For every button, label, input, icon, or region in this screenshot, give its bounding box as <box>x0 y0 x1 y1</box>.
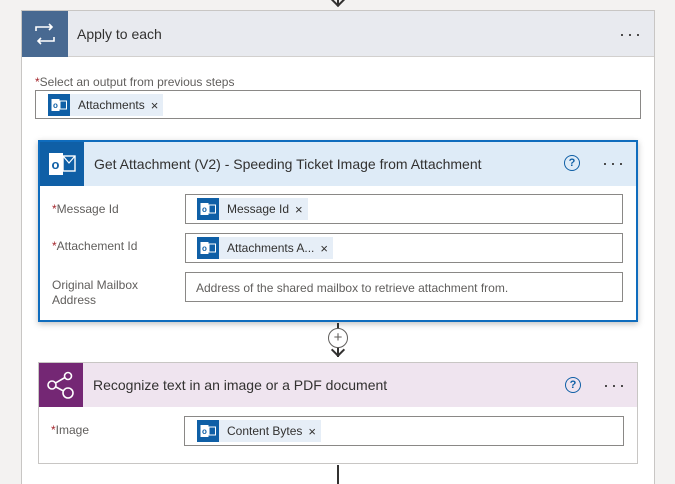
outlook-icon: o <box>40 142 84 186</box>
content-bytes-token[interactable]: o Content Bytes × <box>197 420 321 442</box>
recognize-text-card: Recognize text in an image or a PDF docu… <box>38 362 638 464</box>
apply-to-each-header[interactable]: Apply to each ··· <box>22 11 654 57</box>
bottom-connector <box>337 465 339 484</box>
message-id-label: *Message Id <box>52 202 119 216</box>
loop-icon <box>22 11 68 57</box>
get-attachment-header[interactable]: o Get Attachment (V2) - Speeding Ticket … <box>40 142 636 186</box>
remove-token-icon[interactable]: × <box>151 98 164 113</box>
outlook-icon: o <box>197 237 219 259</box>
original-mailbox-label: Original Mailbox Address <box>52 278 138 308</box>
apply-to-each-title: Apply to each <box>77 26 162 42</box>
more-options-icon[interactable]: ··· <box>602 154 626 172</box>
more-options-icon[interactable]: ··· <box>603 376 627 394</box>
help-icon[interactable]: ? <box>565 377 581 393</box>
message-id-label-text: Message Id <box>56 202 119 216</box>
remove-token-icon[interactable]: × <box>295 202 308 217</box>
attachement-id-label-text: Attachement Id <box>56 239 138 253</box>
outlook-icon: o <box>197 420 219 442</box>
svg-text:o: o <box>53 101 58 110</box>
recognize-text-header[interactable]: Recognize text in an image or a PDF docu… <box>39 363 637 407</box>
attachments-token-label: Attachments <box>78 98 145 112</box>
original-mailbox-input[interactable]: Address of the shared mailbox to retriev… <box>185 272 623 302</box>
svg-text:o: o <box>202 205 207 214</box>
original-mailbox-label-line1: Original Mailbox <box>52 278 139 292</box>
attachment-id-token[interactable]: o Attachments A... × <box>197 237 333 259</box>
attachement-id-label: *Attachement Id <box>52 239 137 253</box>
message-id-token-label: Message Id <box>227 202 290 216</box>
svg-text:o: o <box>202 427 207 436</box>
attachment-id-token-label: Attachments A... <box>227 241 315 255</box>
select-output-label: *Select an output from previous steps <box>35 75 234 89</box>
svg-text:o: o <box>52 157 60 172</box>
message-id-input[interactable]: o Message Id × <box>185 194 623 224</box>
image-input[interactable]: o Content Bytes × <box>184 416 624 446</box>
remove-token-icon[interactable]: × <box>308 424 321 439</box>
more-options-icon[interactable]: ··· <box>619 25 643 43</box>
message-id-token[interactable]: o Message Id × <box>197 198 308 220</box>
attachments-token[interactable]: o Attachments × <box>48 94 164 116</box>
outlook-icon: o <box>48 94 70 116</box>
image-label-text: Image <box>55 423 90 437</box>
select-output-label-text: Select an output from previous steps <box>39 75 235 89</box>
content-bytes-token-label: Content Bytes <box>227 424 303 438</box>
help-icon[interactable]: ? <box>564 155 580 171</box>
get-attachment-title: Get Attachment (V2) - Speeding Ticket Im… <box>94 156 482 172</box>
recognize-text-title: Recognize text in an image or a PDF docu… <box>93 377 388 393</box>
top-arrow-icon <box>330 0 346 8</box>
image-label: *Image <box>51 423 89 437</box>
outlook-icon: o <box>197 198 219 220</box>
original-mailbox-placeholder: Address of the shared mailbox to retriev… <box>196 281 509 295</box>
select-output-input[interactable]: o Attachments × <box>35 90 641 119</box>
original-mailbox-label-line2: Address <box>52 293 97 307</box>
ai-builder-icon <box>39 363 83 407</box>
get-attachment-card: o Get Attachment (V2) - Speeding Ticket … <box>38 140 638 322</box>
attachement-id-input[interactable]: o Attachments A... × <box>185 233 623 263</box>
svg-text:o: o <box>202 244 207 253</box>
remove-token-icon[interactable]: × <box>320 241 333 256</box>
